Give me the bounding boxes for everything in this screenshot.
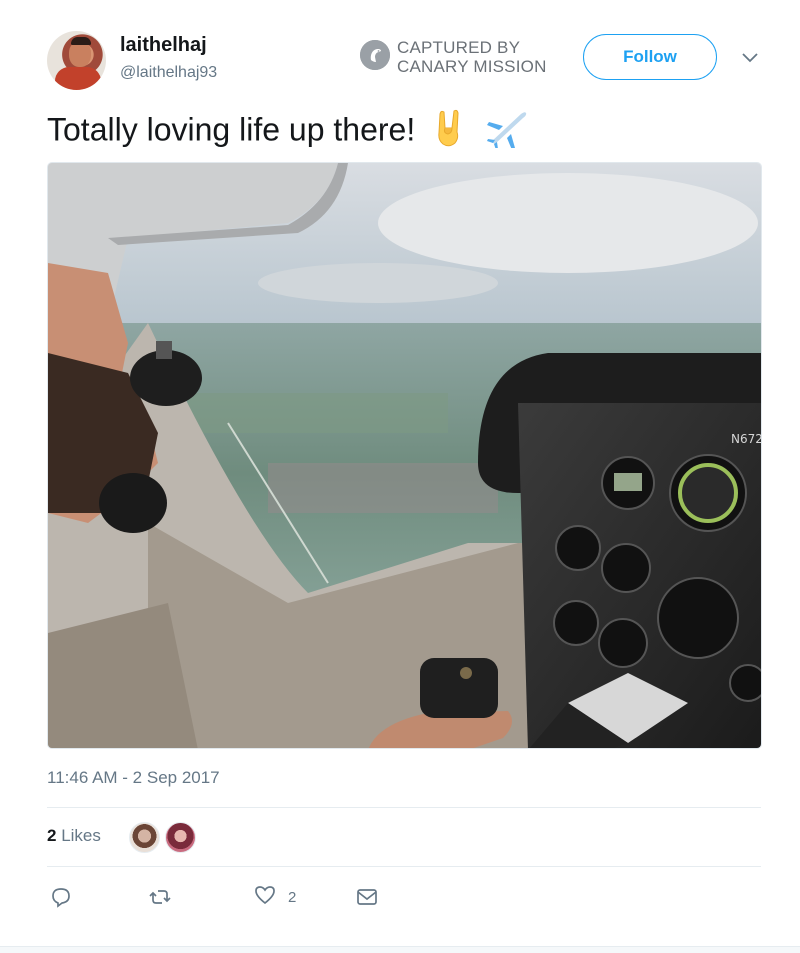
airplane-emoji — [485, 108, 529, 156]
divider — [47, 866, 761, 867]
watermark-line-2: CANARY MISSION — [397, 57, 547, 76]
retweet-icon[interactable] — [149, 884, 171, 910]
reply-icon[interactable] — [50, 884, 72, 910]
likes-count: 2 — [47, 826, 57, 845]
panel-tail-number: N672 — [731, 432, 762, 446]
heart-icon — [254, 884, 276, 910]
watermark-line-1: CAPTURED BY — [397, 38, 521, 57]
tweet-text: Totally loving life up there! — [47, 108, 529, 156]
tweet-actions: 2 — [47, 884, 447, 914]
watermark-text: CAPTURED BY CANARY MISSION — [397, 38, 567, 76]
liker-avatar[interactable] — [129, 822, 160, 853]
avatar[interactable] — [47, 31, 106, 90]
like-button[interactable]: 2 — [254, 884, 296, 910]
follow-button[interactable]: Follow — [583, 34, 717, 80]
divider — [47, 807, 761, 808]
sign-of-horns-emoji — [432, 108, 468, 156]
like-count: 2 — [288, 888, 297, 906]
envelope-icon[interactable] — [356, 884, 378, 910]
chevron-down-icon[interactable] — [740, 47, 760, 67]
tweet-header: laithelhaj @laithelhaj93 CAPTURED BY CAN… — [47, 30, 772, 90]
tweet-body: Totally loving life up there! — [47, 111, 416, 148]
display-name[interactable]: laithelhaj — [120, 34, 207, 57]
bottom-divider — [0, 946, 800, 953]
liker-avatar[interactable] — [165, 822, 196, 853]
likes-summary[interactable]: 2 Likes — [47, 826, 101, 846]
tweet-timestamp[interactable]: 11:46 AM - 2 Sep 2017 — [47, 768, 220, 788]
likes-label: Likes — [61, 826, 101, 845]
tweet-photo[interactable]: N672 — [47, 162, 762, 749]
canary-bird-icon — [360, 40, 390, 70]
user-handle[interactable]: @laithelhaj93 — [120, 64, 217, 82]
